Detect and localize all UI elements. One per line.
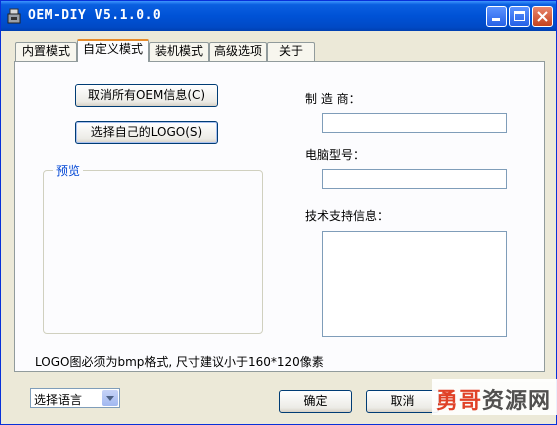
- minimize-icon: [492, 18, 500, 21]
- maximize-icon: [514, 11, 525, 21]
- tab-about[interactable]: 关于: [267, 42, 315, 61]
- tab-builtin[interactable]: 内置模式: [15, 42, 77, 61]
- app-icon: [7, 8, 21, 24]
- app-window: OEM-DIY V5.1.0.0 内置模式 自定义模式 装机模式 高级选项 关于…: [0, 0, 557, 425]
- watermark-part1: 勇哥: [436, 389, 483, 414]
- tab-advanced[interactable]: 高级选项: [209, 42, 267, 61]
- language-select-value: 选择语言: [34, 393, 83, 407]
- chevron-down-icon[interactable]: [102, 390, 118, 406]
- tab-custom[interactable]: 自定义模式: [77, 39, 149, 62]
- watermark: 勇哥资源网: [432, 379, 557, 415]
- model-label: 电脑型号：: [305, 148, 366, 162]
- language-select[interactable]: 选择语言: [30, 388, 120, 408]
- title-bar[interactable]: OEM-DIY V5.1.0.0: [1, 1, 556, 31]
- close-button[interactable]: [532, 6, 553, 27]
- cancel-oem-button[interactable]: 取消所有OEM信息(C): [75, 84, 218, 107]
- window-title: OEM-DIY V5.1.0.0: [28, 8, 162, 23]
- model-input[interactable]: [322, 169, 507, 189]
- preview-groupbox: [43, 170, 263, 334]
- watermark-part2: 资源网: [482, 389, 552, 414]
- minimize-button[interactable]: [486, 6, 507, 27]
- ok-button[interactable]: 确定: [279, 390, 352, 413]
- watermark-text: 勇哥资源网: [436, 383, 551, 415]
- choose-logo-button[interactable]: 选择自己的LOGO(S): [75, 121, 218, 144]
- maximize-button[interactable]: [509, 6, 530, 27]
- cancel-button[interactable]: 取消: [366, 390, 439, 413]
- preview-label: 预览: [53, 162, 84, 179]
- tab-install[interactable]: 装机模式: [149, 42, 209, 61]
- manufacturer-label: 制 造 商：: [305, 92, 361, 106]
- manufacturer-input[interactable]: [322, 113, 507, 133]
- support-info-textarea[interactable]: [322, 231, 507, 337]
- close-icon: [537, 11, 548, 22]
- support-info-label: 技术支持信息：: [305, 209, 390, 223]
- logo-format-note: LOGO图必须为bmp格式, 尺寸建议小于160*120像素: [35, 355, 324, 369]
